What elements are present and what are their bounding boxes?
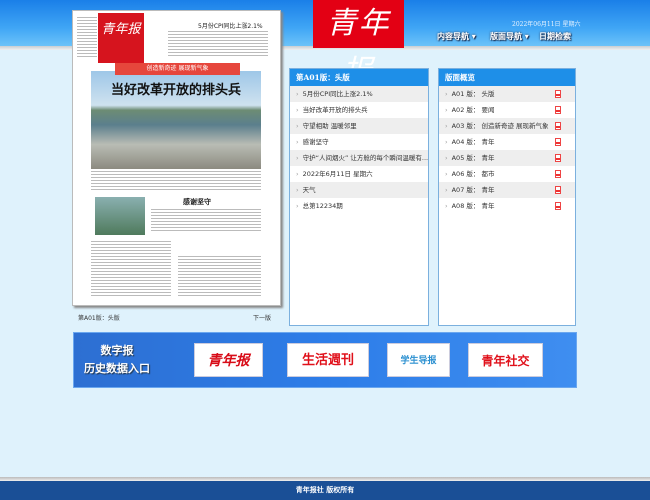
pdf-icon[interactable]	[555, 170, 561, 178]
page-name: A07 版： 青年	[451, 186, 495, 194]
article-list-title: 第A01版：头版	[290, 69, 428, 86]
chevron-right-icon: ›	[296, 122, 299, 130]
page-name: A03 版： 创造新奇迹 展现新气象	[451, 122, 549, 130]
article-title: 天气	[302, 186, 316, 194]
paper-text-block	[77, 17, 97, 57]
shenghuo-weekly-logo-link[interactable]: 生活週刊	[287, 343, 369, 377]
pdf-icon[interactable]	[555, 122, 561, 130]
content-nav-menu[interactable]: 内容导航 ▾	[437, 31, 476, 42]
next-page-link[interactable]: 下一版	[253, 313, 271, 322]
chevron-right-icon: ›	[296, 90, 299, 98]
chevron-right-icon: ›	[445, 122, 448, 130]
paper-photo-2	[95, 197, 145, 235]
page-link[interactable]: › A08 版： 青年	[439, 198, 575, 214]
article-link[interactable]: › 当好改革开放的排头兵	[290, 102, 428, 118]
article-title: 2022年6月11日 星期六	[302, 170, 373, 178]
article-link[interactable]: › 感谢坚守	[290, 134, 428, 150]
archive-entry-title[interactable]: 数字报 历史数据入口	[84, 342, 150, 378]
article-link[interactable]: › 总第12234期	[290, 198, 428, 214]
chevron-right-icon: ›	[445, 186, 448, 194]
current-page-label: 第A01版：头版	[78, 315, 120, 322]
paper-text-block	[178, 256, 261, 296]
article-list-panel: 第A01版：头版 › 5月份CPI同比上涨2.1% › 当好改革开放的排头兵 › 守望相助…	[289, 68, 429, 326]
page-link[interactable]: › A06 版： 都市	[439, 166, 575, 182]
chevron-right-icon: ›	[445, 170, 448, 178]
archive-title-line2: 历史数据入口	[84, 362, 150, 375]
chevron-right-icon: ›	[445, 202, 448, 210]
chevron-right-icon: ›	[296, 138, 299, 146]
page-name: A05 版： 青年	[451, 154, 495, 162]
paper-top-story[interactable]: 5月份CPI同比上涨2.1%	[198, 21, 263, 30]
pdf-icon[interactable]	[555, 202, 561, 210]
page-link[interactable]: › A05 版： 青年	[439, 150, 575, 166]
chevron-right-icon: ›	[445, 90, 448, 98]
students-post-logo-link[interactable]: 学生导报	[387, 343, 450, 377]
paper-masthead: 青年报	[98, 13, 144, 63]
qingnianbao-logo-link[interactable]: 青年报	[194, 343, 263, 377]
chevron-down-icon: ▾	[522, 32, 529, 41]
page-nav-label: 版面导航	[490, 32, 522, 41]
chevron-right-icon: ›	[296, 186, 299, 194]
archive-title-line1: 数字报	[100, 344, 134, 357]
paper-text-block	[168, 31, 268, 57]
chevron-right-icon: ›	[296, 202, 299, 210]
youth-social-logo-link[interactable]: 青年社交	[468, 343, 543, 377]
article-link[interactable]: › 2022年6月11日 星期六	[290, 166, 428, 182]
pdf-icon[interactable]	[555, 106, 561, 114]
article-title: 感谢坚守	[302, 138, 329, 146]
article-title: 总第12234期	[302, 202, 343, 210]
paper-text-block	[91, 241, 171, 296]
history-archive-banner[interactable]: 数字报历史数据入口 青年报 生活週刊 学生导报 青年社交	[73, 332, 577, 388]
pdf-icon[interactable]	[555, 90, 561, 98]
paper-text-block	[151, 209, 261, 233]
chevron-right-icon: ›	[296, 106, 299, 114]
article-link[interactable]: › 天气	[290, 182, 428, 198]
page-name: A04 版： 青年	[451, 138, 495, 146]
article-title: 守望相助 温暖邻里	[302, 122, 357, 130]
chevron-right-icon: ›	[296, 170, 299, 178]
article-link[interactable]: › 守望相助 温暖邻里	[290, 118, 428, 134]
pdf-icon[interactable]	[555, 186, 561, 194]
current-date: 2022年06月11日 星期六	[512, 21, 581, 28]
page-nav-menu[interactable]: 版面导航 ▾	[490, 31, 529, 42]
article-title: 当好改革开放的排头兵	[302, 106, 368, 114]
newspaper-page-image[interactable]: 青年报 5月份CPI同比上涨2.1% 创造新奇迹 展现新气象 当好改革开放的排头…	[72, 10, 281, 306]
paper-banner: 创造新奇迹 展现新气象	[115, 63, 240, 75]
page-name: A06 版： 都市	[451, 170, 495, 178]
page-link[interactable]: › A04 版： 青年	[439, 134, 575, 150]
chevron-right-icon: ›	[445, 154, 448, 162]
page-link[interactable]: › A03 版： 创造新奇迹 展现新气象	[439, 118, 575, 134]
page-link[interactable]: › A01 版： 头版	[439, 86, 575, 102]
page-name: A08 版： 青年	[451, 202, 495, 210]
pdf-icon[interactable]	[555, 138, 561, 146]
date-search-link[interactable]: 日期检索	[539, 31, 571, 42]
chevron-down-icon: ▾	[469, 32, 476, 41]
chevron-right-icon: ›	[445, 106, 448, 114]
paper-section-title[interactable]: 感谢坚守	[183, 197, 211, 207]
paper-headline[interactable]: 当好改革开放的排头兵	[91, 79, 261, 98]
site-logo[interactable]: 青年报	[313, 0, 404, 89]
page-name: A01 版： 头版	[451, 90, 495, 98]
article-title: 5月份CPI同比上涨2.1%	[302, 90, 373, 98]
paper-text-block	[91, 171, 261, 191]
chevron-right-icon: ›	[445, 138, 448, 146]
footer-copyright: 青年报社 版权所有	[0, 481, 650, 500]
page-overview-panel: 版面概览 › A01 版： 头版 › A02 版： 要闻 › A03 版： 创造新奇迹 展…	[438, 68, 576, 326]
article-link[interactable]: › 5月份CPI同比上涨2.1%	[290, 86, 428, 102]
page-link[interactable]: › A02 版： 要闻	[439, 102, 575, 118]
page-name: A02 版： 要闻	[451, 106, 495, 114]
chevron-right-icon: ›	[296, 154, 299, 162]
pdf-icon[interactable]	[555, 154, 561, 162]
page-link[interactable]: › A07 版： 青年	[439, 182, 575, 198]
article-link[interactable]: › 守护“人间烟火” 让方舱的每个瞬间温暖有...	[290, 150, 428, 166]
article-title: 守护“人间烟火” 让方舱的每个瞬间温暖有...	[302, 154, 428, 162]
page-overview-title: 版面概览	[439, 69, 575, 86]
content-nav-label: 内容导航	[437, 32, 469, 41]
